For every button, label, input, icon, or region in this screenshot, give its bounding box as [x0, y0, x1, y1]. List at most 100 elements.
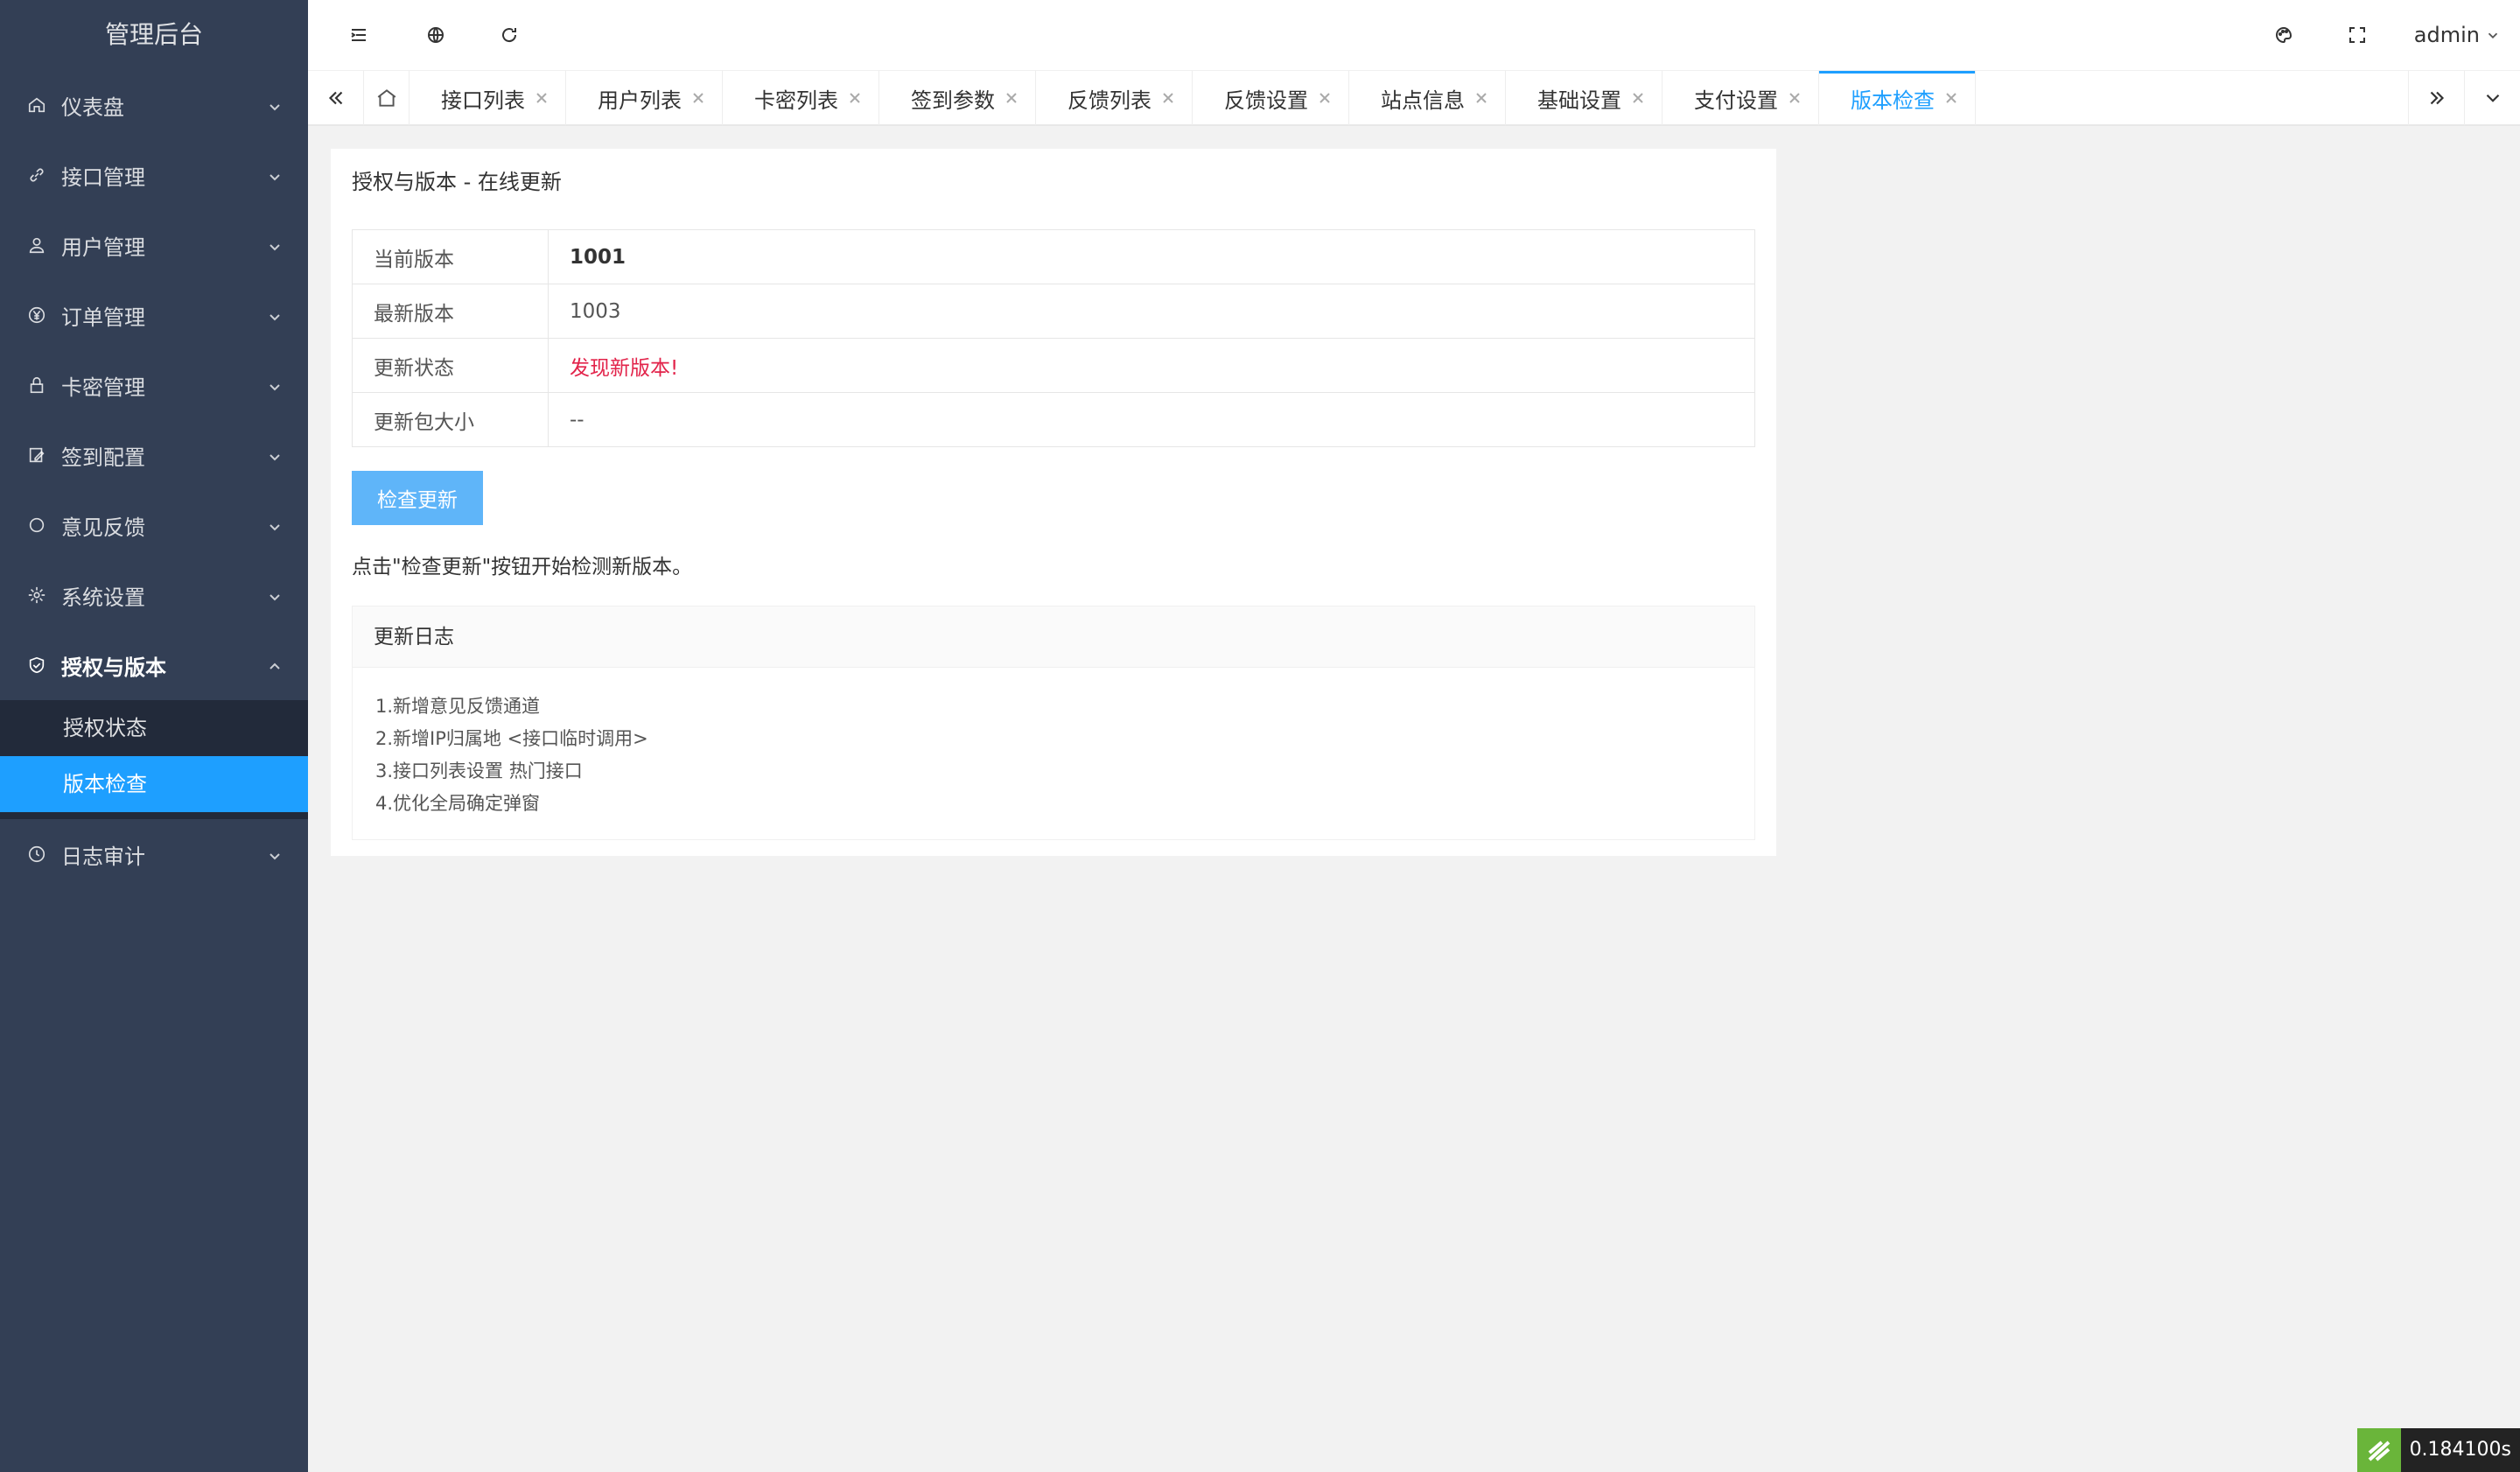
- menu-toggle-icon[interactable]: [341, 18, 376, 53]
- edit-icon: [26, 445, 47, 466]
- yen-icon: [26, 305, 47, 326]
- tab-basic-settings[interactable]: 基础设置: [1506, 71, 1662, 125]
- check-update-button[interactable]: 检查更新: [352, 471, 483, 525]
- chevron-down-icon: [266, 376, 284, 394]
- close-icon[interactable]: [1943, 90, 1959, 106]
- close-icon[interactable]: [1317, 90, 1333, 106]
- tab-label: 反馈列表: [1068, 88, 1152, 113]
- update-status-value: 发现新版本!: [548, 338, 1755, 393]
- table-row: 最新版本 1003: [352, 284, 1755, 339]
- table-row: 更新包大小 --: [352, 392, 1755, 447]
- execution-time: 0.184100s: [2400, 1428, 2520, 1472]
- globe-icon[interactable]: [418, 18, 453, 53]
- sidebar-item-dashboard[interactable]: 仪表盘: [0, 70, 308, 140]
- tabs-scroll-right-icon[interactable]: [2408, 71, 2464, 125]
- tabs-scroll-left-icon[interactable]: [308, 71, 364, 125]
- tab-label: 用户列表: [598, 88, 682, 113]
- tab-signin-params[interactable]: 签到参数: [879, 71, 1036, 125]
- tab-label: 反馈设置: [1224, 88, 1308, 113]
- chevron-up-icon: [266, 656, 284, 674]
- tab-payment-settings[interactable]: 支付设置: [1662, 71, 1819, 125]
- tab-label: 站点信息: [1381, 88, 1465, 113]
- theme-icon[interactable]: [2266, 18, 2301, 53]
- tab-label: 卡密列表: [754, 88, 838, 113]
- sidebar-item-signin[interactable]: 签到配置: [0, 420, 308, 490]
- tab-version-check[interactable]: 版本检查: [1819, 71, 1976, 125]
- username: admin: [2413, 23, 2480, 47]
- clock-icon: [26, 844, 47, 865]
- sidebar-item-label: 订单管理: [61, 305, 145, 330]
- sidebar-item-label: 授权与版本: [61, 655, 166, 680]
- sidebar-subitem-version-check[interactable]: 版本检查: [0, 756, 308, 812]
- tab-label: 支付设置: [1694, 88, 1778, 113]
- tab-home-icon[interactable]: [364, 71, 410, 125]
- close-icon[interactable]: [847, 90, 863, 106]
- update-card: 授权与版本 - 在线更新 当前版本 1001 最新版本 1003 更新状态 发现…: [331, 149, 1776, 856]
- sidebar-item-settings[interactable]: 系统设置: [0, 560, 308, 630]
- close-icon[interactable]: [1004, 90, 1019, 106]
- sidebar-item-orders[interactable]: 订单管理: [0, 280, 308, 350]
- tab-feedback-settings[interactable]: 反馈设置: [1193, 71, 1349, 125]
- tabs-bar: 接口列表 用户列表 卡密列表 签到参数 反馈列表 反馈设置 站点信息 基础设置 …: [308, 70, 2520, 126]
- refresh-icon[interactable]: [492, 18, 527, 53]
- sidebar-item-feedback[interactable]: 意见反馈: [0, 490, 308, 560]
- changelog-body: 1.新增意见反馈通道 2.新增IP归属地 <接口临时调用> 3.接口列表设置 热…: [353, 668, 1754, 820]
- tab-api-list[interactable]: 接口列表: [410, 71, 566, 125]
- current-version-value: 1001: [548, 229, 1755, 284]
- close-icon[interactable]: [1474, 90, 1489, 106]
- version-info-table: 当前版本 1001 最新版本 1003 更新状态 发现新版本! 更新包大小 --: [352, 229, 1755, 447]
- lock-icon: [26, 375, 47, 396]
- sidebar-menu: 仪表盘 接口管理 用户管理 订单管理 卡密管理 签到配置 意见反馈 系统设置 授…: [0, 70, 308, 889]
- user-icon: [26, 235, 47, 256]
- top-header: admin: [308, 0, 2520, 70]
- update-status-label: 更新状态: [352, 338, 549, 393]
- sidebar-item-label: 用户管理: [61, 235, 145, 260]
- app-title: 管理后台: [104, 20, 203, 49]
- sidebar-item-label: 签到配置: [61, 445, 145, 470]
- sidebar-item-label: 接口管理: [61, 165, 145, 190]
- chevron-down-icon: [266, 845, 284, 863]
- table-row: 当前版本 1001: [352, 229, 1755, 284]
- chevron-down-icon: [266, 516, 284, 534]
- tabs: 接口列表 用户列表 卡密列表 签到参数 反馈列表 反馈设置 站点信息 基础设置 …: [410, 71, 1976, 125]
- sidebar-item-label: 意见反馈: [61, 515, 145, 540]
- fullscreen-icon[interactable]: [2340, 18, 2375, 53]
- tab-card-list[interactable]: 卡密列表: [723, 71, 879, 125]
- close-icon[interactable]: [690, 90, 706, 106]
- close-icon[interactable]: [1787, 90, 1802, 106]
- changelog-item: 3.接口列表设置 热门接口: [375, 761, 583, 782]
- package-size-label: 更新包大小: [352, 392, 549, 447]
- sidebar-subitem-license-status[interactable]: 授权状态: [0, 700, 308, 756]
- circle-icon: [26, 515, 47, 536]
- sidebar-item-license[interactable]: 授权与版本: [0, 630, 308, 700]
- tab-label: 版本检查: [1851, 88, 1935, 113]
- sidebar-item-logs[interactable]: 日志审计: [0, 819, 308, 889]
- sidebar-item-api[interactable]: 接口管理: [0, 140, 308, 210]
- chevron-down-icon: [2488, 32, 2498, 39]
- sidebar-item-users[interactable]: 用户管理: [0, 210, 308, 280]
- link-icon: [26, 165, 47, 186]
- close-icon[interactable]: [1160, 90, 1176, 106]
- table-row: 更新状态 发现新版本!: [352, 338, 1755, 393]
- user-menu[interactable]: admin: [2414, 0, 2501, 70]
- sidebar-item-cards[interactable]: 卡密管理: [0, 350, 308, 420]
- tab-label: 接口列表: [441, 88, 525, 113]
- hint-text: 点击"检查更新"按钮开始检测新版本。: [352, 556, 693, 578]
- chevron-down-icon: [266, 166, 284, 184]
- tab-feedback-list[interactable]: 反馈列表: [1036, 71, 1193, 125]
- chevron-down-icon: [266, 306, 284, 324]
- changelog-item: 2.新增IP归属地 <接口临时调用>: [375, 728, 648, 749]
- sidebar-item-label: 系统设置: [61, 585, 145, 610]
- tabs-dropdown-icon[interactable]: [2464, 71, 2520, 125]
- sidebar-item-label: 卡密管理: [61, 375, 145, 400]
- page-title: 授权与版本 - 在线更新: [352, 170, 562, 194]
- page-trace-badge[interactable]: 0.184100s: [2356, 1428, 2520, 1472]
- tab-user-list[interactable]: 用户列表: [566, 71, 723, 125]
- changelog-item: 4.优化全局确定弹窗: [375, 793, 541, 814]
- chevron-down-icon: [266, 96, 284, 114]
- changelog-item: 1.新增意见反馈通道: [375, 696, 541, 717]
- close-icon[interactable]: [534, 90, 550, 106]
- gear-icon: [26, 585, 47, 606]
- tab-site-info[interactable]: 站点信息: [1349, 71, 1506, 125]
- close-icon[interactable]: [1630, 90, 1646, 106]
